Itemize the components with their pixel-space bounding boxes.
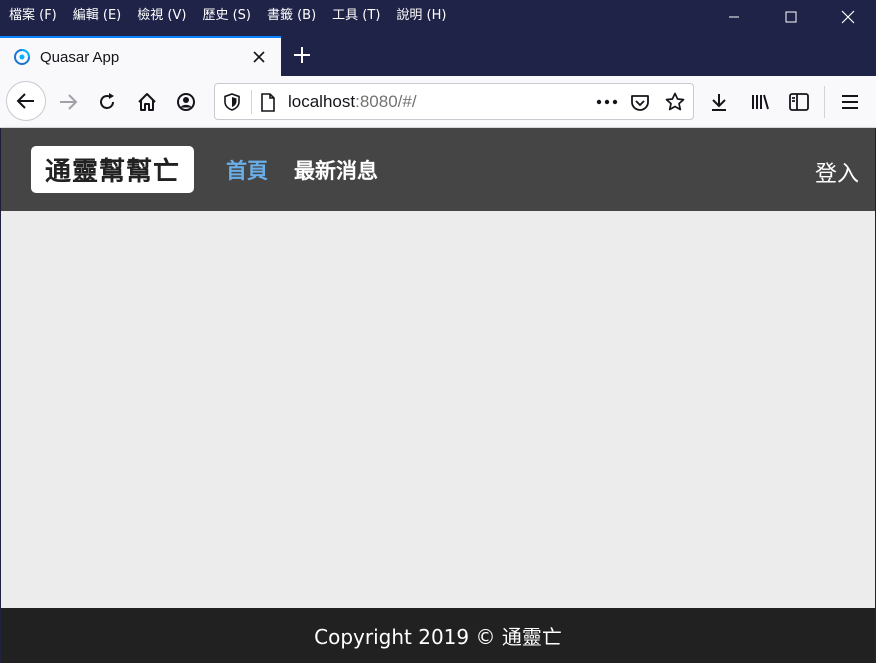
arrow-right-icon <box>60 94 78 110</box>
maximize-icon <box>785 11 796 23</box>
minimize-button[interactable] <box>705 0 762 34</box>
sidebar-icon <box>789 93 809 111</box>
home-button[interactable] <box>131 86 163 118</box>
menu-history[interactable]: 歷史 (S) <box>202 4 251 23</box>
forward-button[interactable] <box>52 86 84 118</box>
account-icon <box>177 93 195 111</box>
page-info-icon[interactable] <box>258 92 278 112</box>
library-button[interactable] <box>744 86 776 118</box>
arrow-left-icon <box>16 93 34 109</box>
address-bar[interactable]: localhost:8080/#/ <box>214 83 694 120</box>
menu-tools[interactable]: 工具 (T) <box>332 4 380 23</box>
tab-close-button[interactable] <box>249 47 269 67</box>
maximize-button[interactable] <box>762 0 819 34</box>
minimize-icon <box>728 16 739 18</box>
page-actions-more-icon[interactable] <box>595 92 619 112</box>
plus-icon <box>294 47 310 63</box>
url-separator <box>251 90 252 114</box>
menu-file[interactable]: 檔案 (F) <box>9 4 57 23</box>
library-icon <box>752 94 769 110</box>
account-button[interactable] <box>170 86 202 118</box>
site-logo[interactable]: 通靈幫幫亡 <box>31 146 195 193</box>
tab-title: Quasar App <box>40 48 120 66</box>
menu-view[interactable]: 檢視 (V) <box>137 4 186 23</box>
bookmark-star-icon[interactable] <box>663 91 687 113</box>
nav-home-link[interactable]: 首頁 <box>226 155 268 185</box>
quasar-favicon-icon <box>13 48 31 66</box>
close-tab-icon <box>253 51 265 63</box>
window-controls <box>705 0 876 34</box>
url-host: localhost <box>288 92 356 111</box>
sidebar-button[interactable] <box>783 86 815 118</box>
menu-edit[interactable]: 編輯 (E) <box>73 4 122 23</box>
copyright-text: Copyright 2019 © 通靈亡 <box>314 625 562 649</box>
reload-button[interactable] <box>91 86 123 118</box>
new-tab-button[interactable] <box>289 42 315 68</box>
tab-strip: Quasar App <box>0 34 876 76</box>
nav-news-link[interactable]: 最新消息 <box>294 155 378 185</box>
close-icon <box>841 10 854 24</box>
close-window-button[interactable] <box>819 0 876 34</box>
menu-list: 檔案 (F) 編輯 (E) 檢視 (V) 歷史 (S) 書籤 (B) 工具 (T… <box>0 0 462 23</box>
reload-icon <box>100 93 114 109</box>
toolbar-separator <box>824 86 825 118</box>
page-content <box>1 211 875 608</box>
hamburger-menu-icon <box>842 95 858 109</box>
login-button[interactable]: 登入 <box>815 156 859 188</box>
pocket-icon[interactable] <box>629 92 651 114</box>
app-menu-button[interactable] <box>834 86 866 118</box>
window-menubar: 檔案 (F) 編輯 (E) 檢視 (V) 歷史 (S) 書籤 (B) 工具 (T… <box>0 0 876 34</box>
menu-help[interactable]: 說明 (H) <box>396 4 446 23</box>
app-header: 通靈幫幫亡 首頁 最新消息 登入 <box>1 128 875 211</box>
download-icon <box>712 94 726 111</box>
navigation-toolbar: localhost:8080/#/ <box>0 76 876 128</box>
app-footer: Copyright 2019 © 通靈亡 <box>1 608 875 663</box>
url-text[interactable]: localhost:8080/#/ <box>288 92 417 112</box>
tab-quasar-app[interactable]: Quasar App <box>0 36 281 76</box>
menu-bookmarks[interactable]: 書籤 (B) <box>267 4 316 23</box>
url-rest: :8080/#/ <box>355 92 417 111</box>
home-icon <box>138 93 156 111</box>
downloads-button[interactable] <box>703 86 735 118</box>
back-button[interactable] <box>6 81 46 121</box>
tracking-protection-shield-icon[interactable] <box>222 92 242 112</box>
